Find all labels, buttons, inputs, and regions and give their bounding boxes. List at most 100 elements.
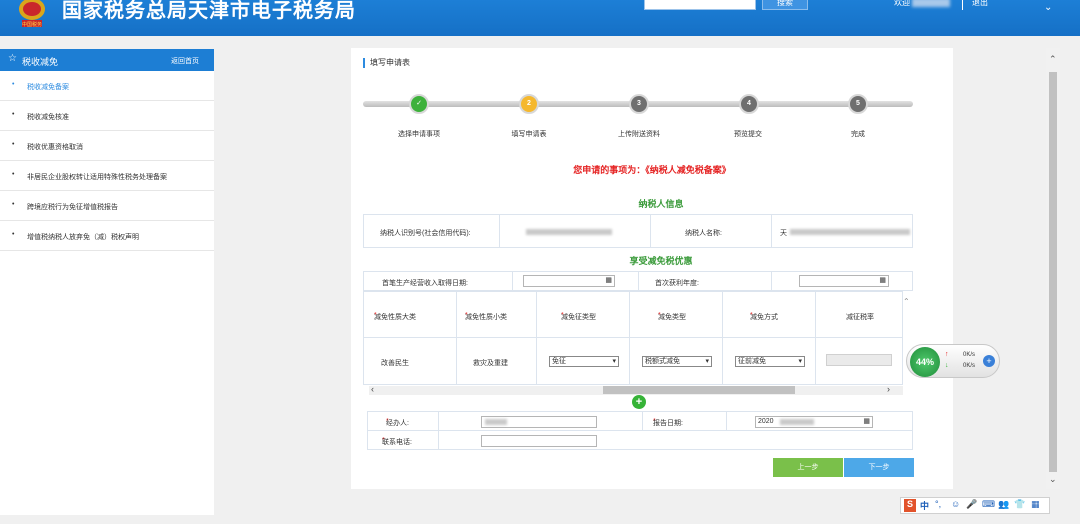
chevron-down-icon: ▾ — [798, 358, 802, 365]
table-cell: 救灾及重建 — [456, 337, 537, 385]
small-category-value: 救灾及重建 — [473, 360, 508, 367]
user-icon[interactable]: 👥 — [998, 499, 1009, 510]
bullet-icon: • — [12, 201, 15, 208]
report-date-value: 2020 — [758, 418, 774, 425]
table-header-cell: * 减免类型 — [629, 291, 723, 338]
sogou-logo-icon[interactable]: S — [904, 499, 916, 512]
step-number: 3 — [637, 100, 641, 107]
page-scrollbar-thumb[interactable] — [1049, 72, 1057, 472]
search-input[interactable] — [644, 0, 756, 10]
add-icon[interactable]: + — [983, 355, 995, 367]
taxpayer-name-value: 天 — [771, 214, 913, 248]
sidebar-item-nonresident-equity[interactable]: • 非居民企业股权转让适用特殊性税务处理备案 — [0, 161, 214, 191]
table-cell: 税额式减免 ▾ — [629, 337, 723, 385]
emoji-icon[interactable]: ☺ — [951, 499, 960, 509]
download-speed: 0K/s — [963, 363, 976, 369]
memory-usage-indicator: 44% — [910, 347, 940, 377]
bullet-icon: • — [12, 141, 15, 148]
report-date-label: 报告日期: — [653, 420, 683, 427]
step-number: 2 — [527, 100, 531, 107]
chinese-mode-icon[interactable]: 中 — [920, 499, 929, 512]
prev-step-button[interactable]: 上一步 — [773, 458, 843, 477]
column-header: 减征税率 — [846, 314, 874, 321]
calendar-icon[interactable]: ▦ — [863, 417, 870, 427]
first-profit-year-input[interactable]: ▦ — [799, 275, 889, 287]
table-cell: 免征 ▾ — [536, 337, 630, 385]
taxpayer-id-label: 纳税人识别号(社会信用代码): — [380, 230, 471, 237]
network-speed-widget[interactable]: 44% ↑ ↓ 0K/s 0K/s + — [906, 344, 1000, 378]
step-5: 5 — [848, 94, 868, 114]
sidebar-item-label: 跨境应税行为免征增值税报告 — [27, 204, 118, 211]
panel-title: 填写申请表 — [363, 58, 410, 68]
next-step-button[interactable]: 下一步 — [844, 458, 914, 477]
sidebar: ☆ 税收减免 返回首页 • 税收减免备案 • 税收减免核准 • 税收优惠资格取消… — [0, 49, 214, 515]
first-profit-year-cell: ▦ — [771, 271, 913, 291]
bullet-icon: • — [12, 81, 15, 88]
calendar-icon[interactable]: ▦ — [879, 276, 886, 286]
bullet-icon: • — [12, 171, 15, 178]
report-date-label-cell: * 报告日期: — [642, 411, 727, 431]
sidebar-header: ☆ 税收减免 返回首页 — [0, 49, 214, 71]
chevron-down-icon: ▾ — [705, 358, 709, 365]
chevron-right-icon[interactable]: › — [887, 384, 890, 394]
reduction-method-select[interactable]: 征前减免 ▾ — [735, 356, 805, 367]
first-income-date-label: 首笔生产经营收入取得日期: — [382, 280, 468, 287]
column-header: 减免方式 — [750, 314, 778, 321]
add-row-button[interactable]: + — [632, 395, 646, 409]
exemption-type-select[interactable]: 免征 ▾ — [549, 356, 619, 367]
sidebar-item-qualification-cancel[interactable]: • 税收优惠资格取消 — [0, 131, 214, 161]
sidebar-item-vat-waiver[interactable]: • 增值税纳税人放弃免（减）税权声明 — [0, 221, 214, 251]
agent-input[interactable] — [481, 416, 597, 428]
svg-text:中国税务: 中国税务 — [22, 21, 42, 28]
keyboard-icon[interactable]: ⌨ — [982, 499, 995, 510]
taxpayer-id-label-cell: 纳税人识别号(社会信用代码): — [363, 214, 500, 248]
first-income-date-input[interactable]: ▦ — [523, 275, 615, 287]
column-header: 减免性质大类 — [374, 314, 416, 321]
table-cell: 改善民生 — [363, 337, 457, 385]
reduction-rate-input[interactable] — [826, 354, 892, 366]
sidebar-item-label: 税收优惠资格取消 — [27, 144, 83, 151]
upload-speed: 0K/s — [963, 352, 976, 358]
sidebar-item-tax-relief-filing[interactable]: • 税收减免备案 — [0, 71, 214, 101]
column-header: 减免类型 — [658, 314, 686, 321]
logout-link[interactable]: 退出 — [972, 0, 988, 8]
table-cell — [815, 337, 903, 385]
chevron-up-icon[interactable]: ⌃ — [903, 297, 910, 306]
chevron-left-icon[interactable]: ‹ — [371, 384, 374, 394]
scroll-down-arrow-icon[interactable]: ⌄ — [1049, 474, 1057, 485]
login-welcome: 欢迎 — [894, 0, 910, 7]
redacted-value — [485, 419, 507, 425]
back-home-link[interactable]: 返回首页 — [171, 56, 199, 66]
bullet-icon: • — [12, 231, 15, 238]
sidebar-item-crossborder-vat[interactable]: • 跨境应税行为免征增值税报告 — [0, 191, 214, 221]
phone-input[interactable] — [481, 435, 597, 447]
chevron-down-icon[interactable]: ⌄ — [1044, 2, 1052, 13]
microphone-icon[interactable]: 🎤 — [966, 499, 977, 510]
sidebar-item-label: 税收减免核准 — [27, 114, 69, 121]
upload-arrow-icon: ↑ — [945, 351, 949, 358]
column-header: 减免征类型 — [561, 314, 596, 321]
search-button[interactable]: 搜索 — [762, 0, 808, 10]
skin-icon[interactable]: 👕 — [1014, 499, 1025, 510]
scroll-up-arrow-icon[interactable]: ⌃ — [1049, 54, 1057, 65]
top-header: 中国税务 国家税务总局天津市电子税务局 搜索 欢迎 退出 ⌄ — [0, 0, 1080, 36]
check-icon: ✓ — [416, 100, 422, 107]
agent-label-cell: * 经办人: — [367, 411, 439, 431]
main-panel: 填写申请表 ✓ 2 3 4 5 选择申请事项 填写申请表 上传附送资料 预览提交… — [351, 48, 953, 489]
first-income-date-cell: ▦ — [512, 271, 639, 291]
calendar-icon[interactable]: ▦ — [605, 276, 612, 286]
step-4: 4 — [739, 94, 759, 114]
agent-label: 经办人: — [386, 420, 409, 427]
sidebar-item-tax-relief-approval[interactable]: • 税收减免核准 — [0, 101, 214, 131]
column-header: 减免性质小类 — [465, 314, 507, 321]
scrollbar-thumb[interactable] — [603, 386, 795, 394]
punctuation-icon[interactable]: °, — [935, 499, 941, 509]
reduction-type-select[interactable]: 税额式减免 ▾ — [642, 356, 712, 367]
preferential-section-title: 享受减免税优惠 — [629, 256, 693, 266]
report-date-input[interactable]: 2020 ▦ — [755, 416, 873, 428]
phone-label-cell: * 联系电话: — [367, 430, 439, 450]
taxpayer-name-label: 纳税人名称: — [685, 230, 722, 237]
toolbox-icon[interactable]: ▦ — [1031, 499, 1040, 510]
select-value: 免征 — [552, 358, 566, 365]
download-arrow-icon: ↓ — [945, 362, 949, 369]
